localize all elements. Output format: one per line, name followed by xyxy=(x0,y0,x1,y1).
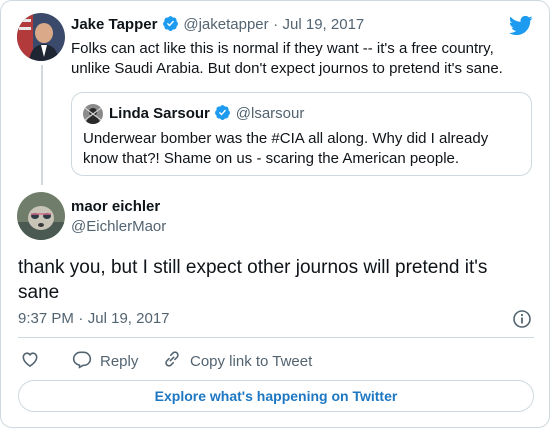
reply-button[interactable]: Reply xyxy=(72,349,138,373)
like-button[interactable] xyxy=(20,349,40,373)
quoted-tweet-text: Underwear bomber was the #CIA all along.… xyxy=(83,129,488,169)
reply-bubble-icon xyxy=(72,349,92,373)
author-name[interactable]: Jake Tapper xyxy=(71,16,157,33)
maor-eichler-avatar[interactable] xyxy=(17,192,65,240)
tweet-time[interactable]: 9:37 PM xyxy=(18,310,74,327)
parent-text-line-1: Folks can act like this is normal if the… xyxy=(71,40,494,57)
tweet-date[interactable]: Jul 19, 2017 xyxy=(88,310,170,327)
quoted-author-name: Linda Sarsour xyxy=(109,105,210,122)
quoted-author-handle: @lsarsour xyxy=(235,105,305,122)
main-tweet-author: maor eichler @EichlerMaor xyxy=(71,198,166,235)
divider xyxy=(18,337,534,338)
quoted-tweet-header: Linda Sarsour @lsarsour xyxy=(109,104,304,126)
main-tweet-timestamp[interactable]: 9:37 PM · Jul 19, 2017 xyxy=(18,310,170,328)
reply-label: Reply xyxy=(100,352,139,370)
parent-tweet-header: Jake Tapper @jaketapper · Jul 19, 2017 xyxy=(71,15,364,37)
author-handle[interactable]: @jaketapper xyxy=(183,16,268,33)
heart-icon xyxy=(20,349,40,373)
quoted-text-line-1: Underwear bomber was the #CIA all along.… xyxy=(83,130,489,147)
tweet-embed-card: Jake Tapper @jaketapper · Jul 19, 2017 F… xyxy=(0,0,550,428)
quoted-tweet-card[interactable]: Linda Sarsour @lsarsour Underwear bomber… xyxy=(71,92,532,176)
parent-tweet-text: Folks can act like this is normal if the… xyxy=(71,39,503,79)
jake-tapper-avatar[interactable] xyxy=(17,13,65,61)
info-icon[interactable] xyxy=(512,309,532,334)
copy-link-label: Copy link to Tweet xyxy=(190,352,313,370)
main-author-handle[interactable]: @EichlerMaor xyxy=(71,218,166,235)
explore-twitter-button[interactable]: Explore what's happening on Twitter xyxy=(18,380,534,412)
quoted-text-line-2: know that?! Shame on us - scaring the Am… xyxy=(83,150,460,167)
link-icon xyxy=(162,349,182,373)
twitter-bird-icon[interactable] xyxy=(508,15,533,41)
separator-dot: · xyxy=(273,16,279,33)
verified-badge-icon xyxy=(214,104,231,126)
main-author-name[interactable]: maor eichler xyxy=(71,198,166,215)
linda-sarsour-avatar xyxy=(83,104,103,124)
explore-label: Explore what's happening on Twitter xyxy=(154,388,398,404)
separator-dot: · xyxy=(78,310,84,327)
main-tweet-text: thank you, but I still expect other jour… xyxy=(18,255,487,305)
main-text-line-1: thank you, but I still expect other jour… xyxy=(18,257,488,278)
main-text-line-2: sane xyxy=(18,282,60,303)
copy-link-button[interactable]: Copy link to Tweet xyxy=(162,349,312,373)
parent-text-line-2: unlike Saudi Arabia. But don't expect jo… xyxy=(71,60,503,77)
thread-connector-line xyxy=(41,65,43,185)
verified-badge-icon xyxy=(162,15,179,37)
tweet-date[interactable]: Jul 19, 2017 xyxy=(283,16,365,33)
